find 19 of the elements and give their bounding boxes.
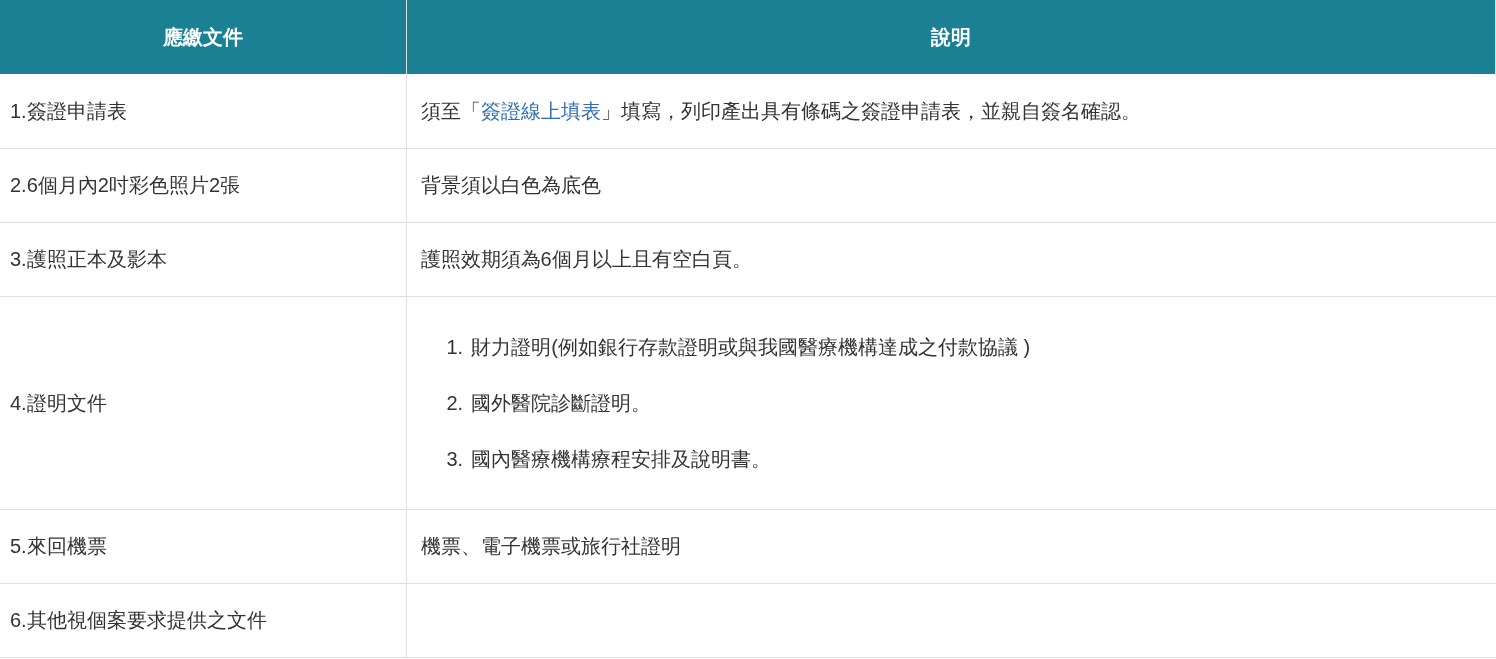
column-header: 說明: [406, 0, 1496, 74]
description-text: 背景須以白色為底色: [420, 174, 601, 196]
document-name: 4.證明文件: [10, 391, 107, 414]
document-name: 5.來回機票: [10, 535, 107, 557]
list-number: 3.: [446, 446, 464, 472]
document-name: 3.護照正本及影本: [10, 248, 167, 270]
document-name: 2.6個月內2吋彩色照片2張: [10, 174, 241, 196]
list-number: 2.: [446, 390, 464, 416]
list-number: 1.: [446, 334, 464, 360]
description-text: 機票、電子機票或旅行社證明: [420, 535, 681, 557]
document-name: 6.其他視個案要求提供之文件: [10, 609, 267, 631]
document-name: 1.簽證申請表: [10, 99, 127, 122]
list-item-text: 國外醫院診斷證明。: [471, 390, 652, 416]
description-text: 須至「簽證線上填表」填寫，列印產出具有條碼之簽證申請表，並親自簽名確認。: [420, 99, 1141, 122]
list-item-text: 國內醫療機構療程安排及說明書。: [471, 446, 772, 472]
list-item-text: 財力證明(例如銀行存款證明或與我國醫療機構達成之付款協議 ): [471, 334, 1031, 360]
column-header: 應繳文件: [0, 0, 406, 74]
description-text: 護照效期須為6個月以上且有空白頁。: [420, 248, 752, 270]
form-link[interactable]: 簽證線上填表: [480, 99, 601, 122]
